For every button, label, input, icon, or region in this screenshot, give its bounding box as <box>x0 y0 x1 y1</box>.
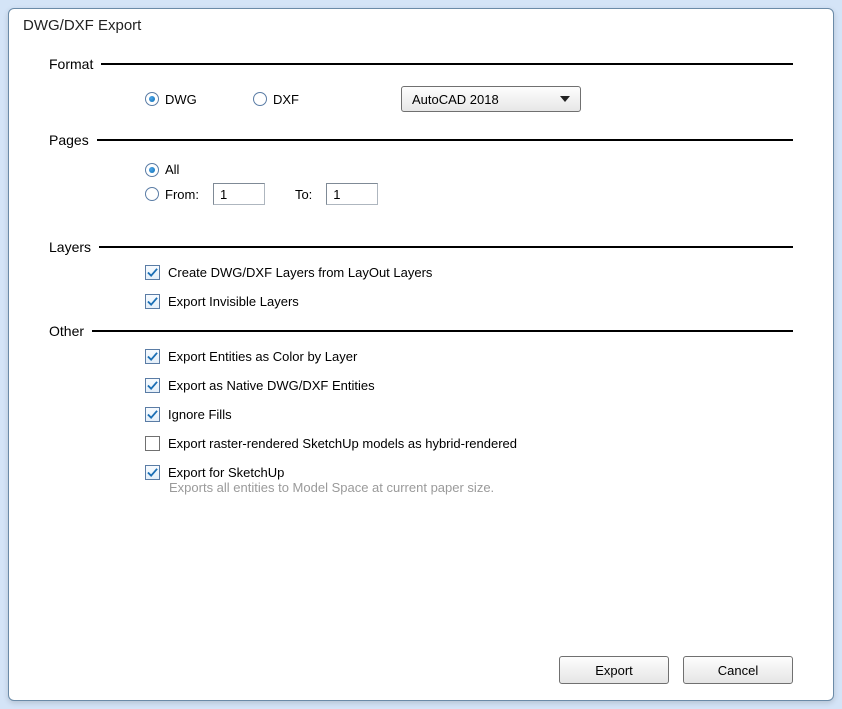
checkbox-ignore-fills[interactable]: Ignore Fills <box>145 407 793 422</box>
group-other-header: Other <box>49 323 793 339</box>
export-button[interactable]: Export <box>559 656 669 684</box>
checkbox-export-invisible[interactable]: Export Invisible Layers <box>145 294 793 309</box>
version-dropdown-value: AutoCAD 2018 <box>412 92 499 107</box>
checkbox-for-sketchup[interactable]: Export for SketchUp <box>145 465 793 480</box>
group-format: Format DWG DXF AutoCAD 2018 <box>49 56 793 120</box>
checkbox-icon <box>145 294 160 309</box>
group-format-header: Format <box>49 56 793 72</box>
from-input[interactable] <box>213 183 265 205</box>
checkbox-icon <box>145 436 160 451</box>
group-other-legend: Other <box>49 323 84 339</box>
checkbox-icon <box>145 465 160 480</box>
group-layers: Layers Create DWG/DXF Layers from LayOut… <box>49 239 793 323</box>
radio-dxf[interactable]: DXF <box>253 92 343 107</box>
group-pages-legend: Pages <box>49 132 89 148</box>
radio-dwg[interactable]: DWG <box>145 92 235 107</box>
checkbox-hybrid[interactable]: Export raster-rendered SketchUp models a… <box>145 436 793 451</box>
to-label: To: <box>295 187 312 202</box>
group-pages-body: All From: To: <box>49 148 793 227</box>
group-format-body: DWG DXF AutoCAD 2018 <box>49 72 793 120</box>
radio-icon <box>145 187 159 201</box>
checkbox-ignore-fills-label: Ignore Fills <box>168 407 232 422</box>
radio-dxf-label: DXF <box>273 92 299 107</box>
checkbox-icon <box>145 407 160 422</box>
group-pages-header: Pages <box>49 132 793 148</box>
checkbox-create-layers-label: Create DWG/DXF Layers from LayOut Layers <box>168 265 432 280</box>
radio-icon <box>253 92 267 106</box>
version-dropdown[interactable]: AutoCAD 2018 <box>401 86 581 112</box>
checkbox-native-entities-label: Export as Native DWG/DXF Entities <box>168 378 375 393</box>
checkbox-export-invisible-label: Export Invisible Layers <box>168 294 299 309</box>
radio-pages-all[interactable]: All <box>145 162 179 177</box>
checkbox-create-layers[interactable]: Create DWG/DXF Layers from LayOut Layers <box>145 265 793 280</box>
divider <box>97 139 793 141</box>
from-label: From: <box>165 187 199 202</box>
checkbox-hybrid-label: Export raster-rendered SketchUp models a… <box>168 436 517 451</box>
group-layers-legend: Layers <box>49 239 91 255</box>
to-input[interactable] <box>326 183 378 205</box>
dialog-buttons: Export Cancel <box>49 648 793 688</box>
for-sketchup-hint: Exports all entities to Model Space at c… <box>169 480 793 495</box>
radio-icon <box>145 92 159 106</box>
window-title: DWG/DXF Export <box>9 9 833 40</box>
group-layers-body: Create DWG/DXF Layers from LayOut Layers… <box>49 255 793 309</box>
checkbox-icon <box>145 349 160 364</box>
group-pages: Pages All From: To: <box>49 132 793 227</box>
divider <box>92 330 793 332</box>
group-other: Other Export Entities as Color by Layer … <box>49 323 793 503</box>
checkbox-color-by-layer-label: Export Entities as Color by Layer <box>168 349 357 364</box>
group-layers-header: Layers <box>49 239 793 255</box>
group-other-body: Export Entities as Color by Layer Export… <box>49 339 793 503</box>
checkbox-icon <box>145 265 160 280</box>
radio-icon <box>145 163 159 177</box>
chevron-down-icon <box>560 96 570 102</box>
checkbox-for-sketchup-label: Export for SketchUp <box>168 465 284 480</box>
radio-all-label: All <box>165 162 179 177</box>
cancel-button[interactable]: Cancel <box>683 656 793 684</box>
checkbox-color-by-layer[interactable]: Export Entities as Color by Layer <box>145 349 793 364</box>
divider <box>99 246 793 248</box>
checkbox-native-entities[interactable]: Export as Native DWG/DXF Entities <box>145 378 793 393</box>
divider <box>101 63 793 65</box>
radio-dwg-label: DWG <box>165 92 197 107</box>
checkbox-icon <box>145 378 160 393</box>
export-dialog: DWG/DXF Export Format DWG DXF <box>8 8 834 701</box>
radio-pages-range[interactable]: From: <box>145 187 203 202</box>
dialog-content: Format DWG DXF AutoCAD 2018 <box>9 40 833 700</box>
group-format-legend: Format <box>49 56 93 72</box>
